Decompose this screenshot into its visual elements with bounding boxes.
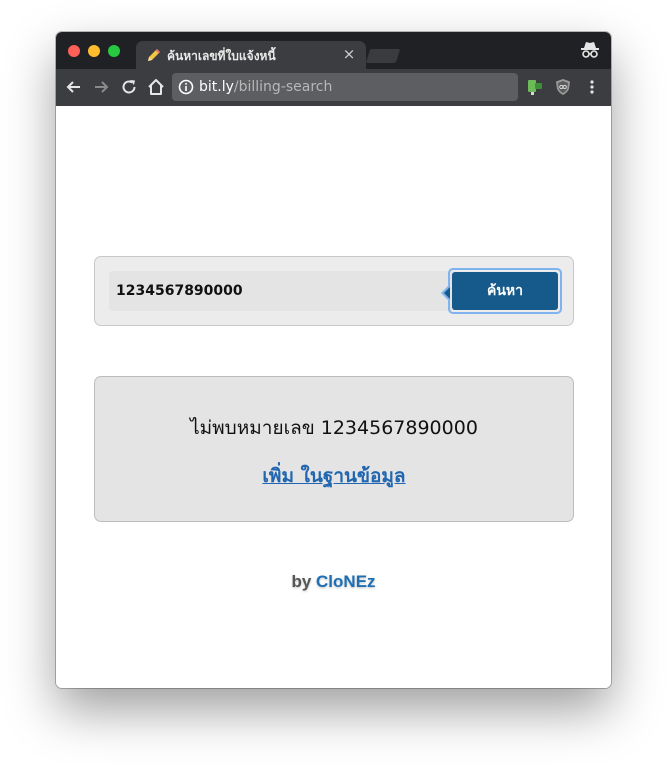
credit-line: by CloNEz [56, 572, 611, 592]
tab-strip: ค้นหาเลขที่ใบแจ้งหนี้ × [56, 32, 611, 69]
page-content: ค้นหา ไม่พบหมายเลข 1234567890000 เพิ่ม ใ… [56, 106, 611, 688]
window-maximize-button[interactable] [108, 45, 120, 57]
forward-icon[interactable] [91, 77, 111, 97]
info-icon[interactable] [178, 79, 194, 95]
invoice-number-input[interactable] [109, 271, 455, 311]
window-close-button[interactable] [68, 45, 80, 57]
result-panel: ไม่พบหมายเลข 1234567890000 เพิ่ม ในฐานข้… [94, 376, 574, 522]
new-tab-button[interactable] [365, 49, 401, 63]
search-panel: ค้นหา [94, 256, 574, 326]
ublock-icon[interactable] [554, 78, 572, 96]
search-button-focus-ring: ค้นหา [441, 268, 562, 314]
url-host: bit.ly [199, 79, 234, 95]
url-path: /billing-search [233, 79, 333, 95]
add-to-database-link[interactable]: เพิ่ม ในฐานข้อมูล [95, 461, 573, 491]
pencil-icon [148, 49, 160, 61]
tooltip-arrow [441, 285, 450, 301]
home-icon[interactable] [146, 77, 166, 97]
incognito-icon [581, 42, 599, 58]
browser-toolbar: bit.ly/billing-search [56, 69, 611, 106]
back-icon[interactable] [64, 77, 84, 97]
not-found-message: ไม่พบหมายเลข 1234567890000 [190, 417, 478, 439]
credit-by: by [291, 572, 312, 591]
window-minimize-button[interactable] [88, 45, 100, 57]
close-icon[interactable]: × [340, 45, 358, 63]
url-text: bit.ly/billing-search [199, 79, 332, 96]
search-button[interactable]: ค้นหา [452, 272, 558, 310]
extension-icon[interactable] [526, 78, 544, 96]
address-bar[interactable]: bit.ly/billing-search [172, 73, 518, 101]
menu-icon[interactable] [583, 78, 601, 96]
credit-author[interactable]: CloNEz [316, 572, 376, 591]
tab-title: ค้นหาเลขที่ใบแจ้งหนี้ [167, 49, 276, 63]
active-tab[interactable]: ค้นหาเลขที่ใบแจ้งหนี้ × [136, 41, 366, 69]
reload-icon[interactable] [119, 77, 139, 97]
browser-window: ค้นหาเลขที่ใบแจ้งหนี้ × bit.ly/billing-s… [56, 32, 611, 688]
